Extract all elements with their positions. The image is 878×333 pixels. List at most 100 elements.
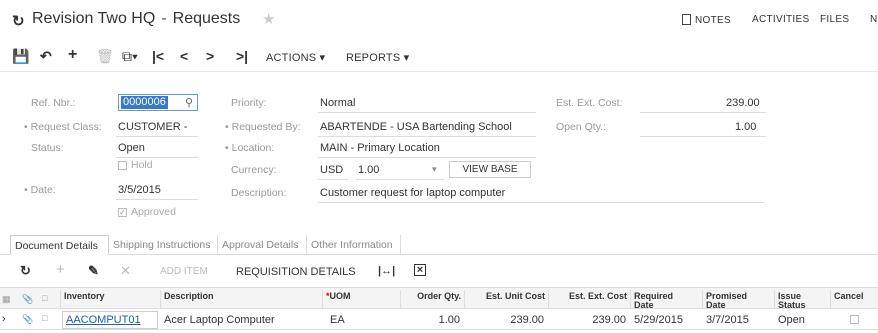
row-selector-icon[interactable]: › [2,313,6,325]
required-marker: • [225,142,229,154]
column-uom-label: UOM [329,291,351,301]
column-uom[interactable]: *UOM [322,290,400,308]
open-qty-label: Open Qty.: [556,121,606,133]
tab-approval-details[interactable]: Approval Details [218,235,307,255]
date-field[interactable]: 3/5/2015 [118,184,161,196]
table-row[interactable]: › 📎 □ AACOMPUT01 Acer Laptop Computer EA… [0,310,878,330]
date-label-text: Date: [30,184,56,196]
notes-label: NOTES [695,15,731,26]
refresh-icon[interactable]: ↻ [20,263,31,279]
request-class-label-text: Request Class: [30,121,102,133]
last-record-icon[interactable]: >| [236,48,248,64]
hold-label: Hold [131,159,153,171]
order-qty-cell[interactable]: 1.00 [400,314,460,326]
location-field[interactable]: MAIN - Primary Location [320,142,440,154]
actions-menu[interactable]: ACTIONS ▾ [266,51,325,64]
prev-record-icon[interactable]: < [180,48,188,64]
column-issue-status[interactable]: Issue Status [774,290,830,310]
main-toolbar: 💾 ↶ + 🗑 ⧉▾ |< < > >| ACTIONS ▾ REPORTS ▾ [0,40,878,72]
undo-icon[interactable]: ↶ [40,48,52,65]
inventory-cell[interactable]: AACOMPUT01 [66,314,141,326]
hold-checkbox[interactable] [118,161,127,170]
reports-menu[interactable]: REPORTS ▾ [346,51,409,64]
star-icon[interactable]: ★ [262,10,275,28]
fit-columns-icon[interactable]: |↔| [378,265,395,277]
column-est-unit-cost[interactable]: Est. Unit Cost [464,290,548,308]
column-order-qty[interactable]: Order Qty. [400,290,464,308]
required-marker: • [225,121,229,133]
copy-paste-icon[interactable]: ⧉▾ [122,48,138,65]
uom-cell[interactable]: EA [330,314,345,326]
first-record-icon[interactable]: |< [152,48,164,64]
description-field[interactable]: Customer request for laptop computer [320,187,505,199]
add-item-button[interactable]: ADD ITEM [160,266,208,277]
requested-by-field[interactable]: ABARTENDE - USA Bartending School [320,121,512,133]
approved-checkbox[interactable]: ✓ [118,208,127,217]
ref-nbr-input[interactable]: 0000006 ⚲ [118,94,198,111]
more-link[interactable]: N [870,14,878,25]
save-icon[interactable]: 💾 [12,48,29,65]
tab-document-details[interactable]: Document Details [10,235,109,255]
column-cancel[interactable]: Cancel [830,290,878,308]
column-description[interactable]: Description [160,290,322,308]
tab-other-information[interactable]: Other Information [307,235,401,255]
document-icon [682,14,691,25]
currency-underline [318,179,348,180]
notes-link[interactable]: NOTES [682,14,731,26]
requisition-details-button[interactable]: REQUISITION DETAILS [236,266,356,278]
required-date-cell[interactable]: 5/29/2015 [634,314,683,326]
screen-title: Requests [172,10,241,27]
est-ext-cost-underline [640,112,766,113]
next-record-icon[interactable]: > [206,48,214,64]
add-icon[interactable]: + [68,46,77,64]
est-ext-cost-cell[interactable]: 239.00 [548,314,626,326]
column-promised-date-line2: Date [706,300,726,310]
currency-rate-underline [356,179,444,180]
column-issue-status-line2: Status [778,300,806,310]
column-est-ext-cost[interactable]: Est. Ext. Cost [548,290,630,308]
files-link[interactable]: FILES [820,14,849,25]
currency-rate-field[interactable]: 1.00 [358,164,379,176]
search-icon[interactable]: ⚲ [185,96,193,109]
column-required-date[interactable]: Required Date [630,290,702,310]
promised-date-cell[interactable]: 3/7/2015 [706,314,749,326]
activities-link[interactable]: ACTIVITIES [752,14,809,25]
required-marker: • [24,121,28,133]
refresh-icon[interactable]: ↻ [12,12,25,30]
view-base-button[interactable]: VIEW BASE [449,161,531,178]
title-bar: ↻ Revision Two HQ - Requests ★ NOTES ACTIV… [0,0,878,40]
add-row-icon[interactable]: + [56,261,65,278]
currency-field[interactable]: USD [320,164,343,176]
attachment-icon[interactable]: 📎 [22,314,33,325]
tab-shipping-instructions[interactable]: Shipping Instructions [109,235,218,255]
column-inventory[interactable]: Inventory [60,290,160,308]
ref-nbr-label: Ref. Nbr.: [31,97,76,109]
requested-by-label-text: Requested By: [231,121,301,133]
note-icon[interactable]: □ [42,313,47,323]
location-label-text: Location: [231,142,275,154]
delete-icon[interactable]: 🗑 [96,48,114,65]
approved-label: Approved [131,206,176,218]
page-title: Revision Two HQ - Requests [32,10,240,28]
est-unit-cost-cell[interactable]: 239.00 [464,314,544,326]
required-marker: • [24,184,28,196]
location-label: • Location: [225,142,274,154]
chevron-down-icon[interactable]: ▾ [432,164,437,175]
cancel-checkbox[interactable] [850,315,859,324]
delete-row-icon[interactable]: ✕ [120,263,131,279]
export-excel-icon[interactable]: × [414,264,426,276]
grid-settings-icon[interactable]: ▦ [2,294,11,305]
actions-label: ACTIONS [266,52,317,64]
priority-field[interactable]: Normal [320,97,355,109]
column-promised-date[interactable]: Promised Date [702,290,774,310]
priority-label: Priority: [231,97,267,109]
attachment-icon: 📎 [22,294,34,304]
edit-icon[interactable]: ✎ [88,263,99,279]
request-class-field[interactable]: CUSTOMER - [118,121,187,133]
tab-bar: Document Details Shipping Instructions A… [0,235,878,255]
status-field[interactable]: Open [118,142,145,154]
description-cell[interactable]: Acer Laptop Computer [164,314,275,326]
issue-status-cell: Open [778,314,805,326]
grid-header: ▦ 📎 □ Inventory Description *UOM Order Q… [0,287,878,310]
description-label: Description: [231,187,287,199]
